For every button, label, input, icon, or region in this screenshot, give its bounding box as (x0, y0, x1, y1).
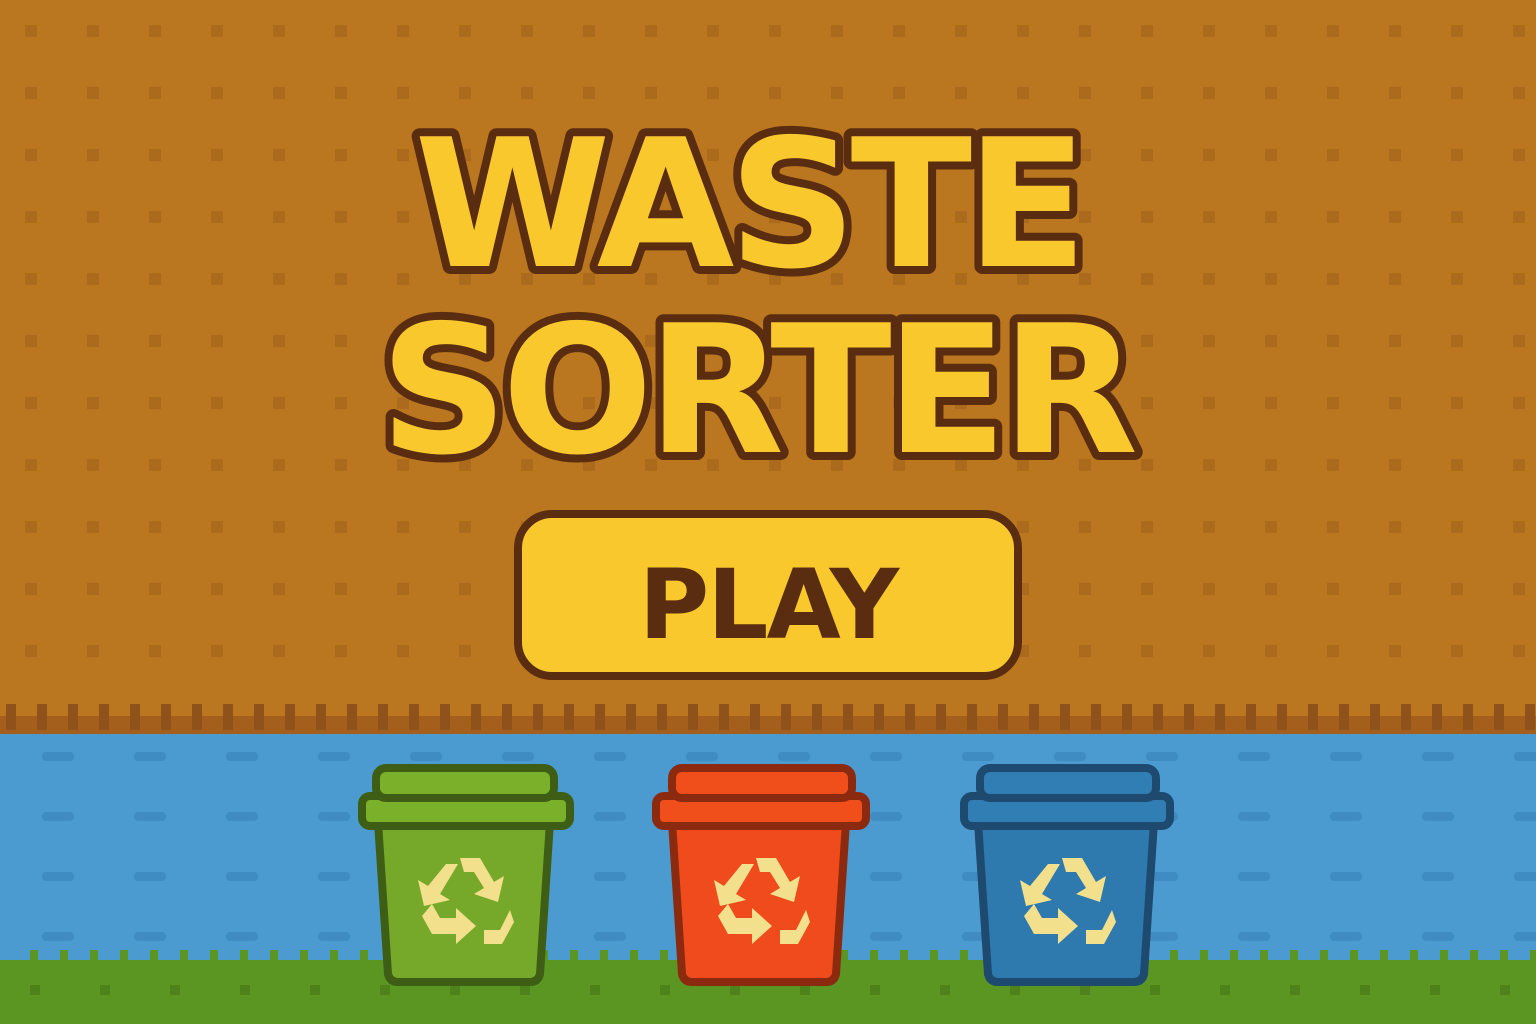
fence-tick (843, 704, 853, 730)
grass-tuft (630, 950, 638, 962)
fence-tick (285, 704, 295, 730)
fence-tick (192, 704, 202, 730)
fence-tick (378, 704, 388, 730)
fence-tick (99, 704, 109, 730)
fence-tick (37, 704, 47, 730)
fence-tick (812, 704, 822, 730)
fence-tick (1401, 704, 1411, 730)
grass-tuft (900, 950, 908, 962)
play-button[interactable]: PLAY (514, 510, 1022, 680)
green-bin-body[interactable] (374, 818, 554, 986)
grass-tuft (1410, 950, 1418, 962)
blue-bin-body[interactable] (974, 818, 1158, 986)
title-line-waste: WASTE (414, 101, 1081, 308)
grass-tuft (240, 950, 248, 962)
fence-tick (471, 704, 481, 730)
fence-tick (316, 704, 326, 730)
fence-tick (502, 704, 512, 730)
grass-tuft (1500, 950, 1508, 962)
grass-tuft (930, 950, 938, 962)
fence-tick (1308, 704, 1318, 730)
grass-tuft (150, 950, 158, 962)
grass-tuft (270, 950, 278, 962)
red-bin[interactable] (652, 764, 870, 986)
green-bin[interactable] (358, 764, 574, 986)
fence-tick (1432, 704, 1442, 730)
grass-tuft (1290, 950, 1298, 962)
fence-tick (998, 704, 1008, 730)
fence-tick (1060, 704, 1070, 730)
fence-tick (533, 704, 543, 730)
grass-tuft (960, 950, 968, 962)
fence-tick (688, 704, 698, 730)
red-bin-body[interactable] (668, 818, 850, 986)
fence-tick (967, 704, 977, 730)
grass-tuft (1170, 950, 1178, 962)
red-bin-lid-top[interactable] (668, 764, 856, 802)
fence-tick (1494, 704, 1504, 730)
grass-tuft (300, 950, 308, 962)
grass-tuft (600, 950, 608, 962)
title-line-sorter: SORTER (380, 287, 1136, 494)
fence-tick (936, 704, 946, 730)
fence-tick (68, 704, 78, 730)
green-bin-lid-top[interactable] (372, 764, 558, 802)
blue-bin[interactable] (960, 764, 1174, 986)
fence-tick (564, 704, 574, 730)
fence-tick (626, 704, 636, 730)
fence-tick (254, 704, 264, 730)
fence-tick (719, 704, 729, 730)
fence-tick (1184, 704, 1194, 730)
grass-tuft (120, 950, 128, 962)
grass-tuft (360, 950, 368, 962)
grass-tuft (30, 950, 38, 962)
grass-tuft (1530, 950, 1536, 962)
grass-tuft (330, 950, 338, 962)
fence-tick (1029, 704, 1039, 730)
fence-tick (1153, 704, 1163, 730)
grass-tuft (1200, 950, 1208, 962)
fence-tick (750, 704, 760, 730)
fence-tick (905, 704, 915, 730)
grass-tuft (180, 950, 188, 962)
fence-tick (130, 704, 140, 730)
grass-tuft (870, 950, 878, 962)
grass-tuft (210, 950, 218, 962)
grass-tuft (90, 950, 98, 962)
grass-tuft (660, 950, 668, 962)
blue-bin-lid-top[interactable] (976, 764, 1160, 802)
fence-tick (347, 704, 357, 730)
fence-tick (440, 704, 450, 730)
play-button-label[interactable]: PLAY (639, 549, 903, 661)
fence-tick (1122, 704, 1132, 730)
grass-tuft (1230, 950, 1238, 962)
fence-tick (161, 704, 171, 730)
fence-tick (657, 704, 667, 730)
fence-tick (1091, 704, 1101, 730)
grass-tuft (1380, 950, 1388, 962)
game-scene: WASTE SORTER PLAY (0, 0, 1536, 1024)
fence-tick (1215, 704, 1225, 730)
grass-tuft (1260, 950, 1268, 962)
grass-tuft (1350, 950, 1358, 962)
grass-tuft (1470, 950, 1478, 962)
fence-tick (409, 704, 419, 730)
fence-tick (1277, 704, 1287, 730)
grass-tuft (1320, 950, 1328, 962)
fence-tick (6, 704, 16, 730)
fence-tick (1463, 704, 1473, 730)
fence-tick (874, 704, 884, 730)
grass-tuft (570, 950, 578, 962)
fence-tick (1370, 704, 1380, 730)
fence-tick (223, 704, 233, 730)
fence-tick (781, 704, 791, 730)
fence-tick (595, 704, 605, 730)
fence-tick (1525, 704, 1535, 730)
grass-tuft (1440, 950, 1448, 962)
fence-tick (1339, 704, 1349, 730)
grass-tuft (60, 950, 68, 962)
fence-tick (1246, 704, 1256, 730)
